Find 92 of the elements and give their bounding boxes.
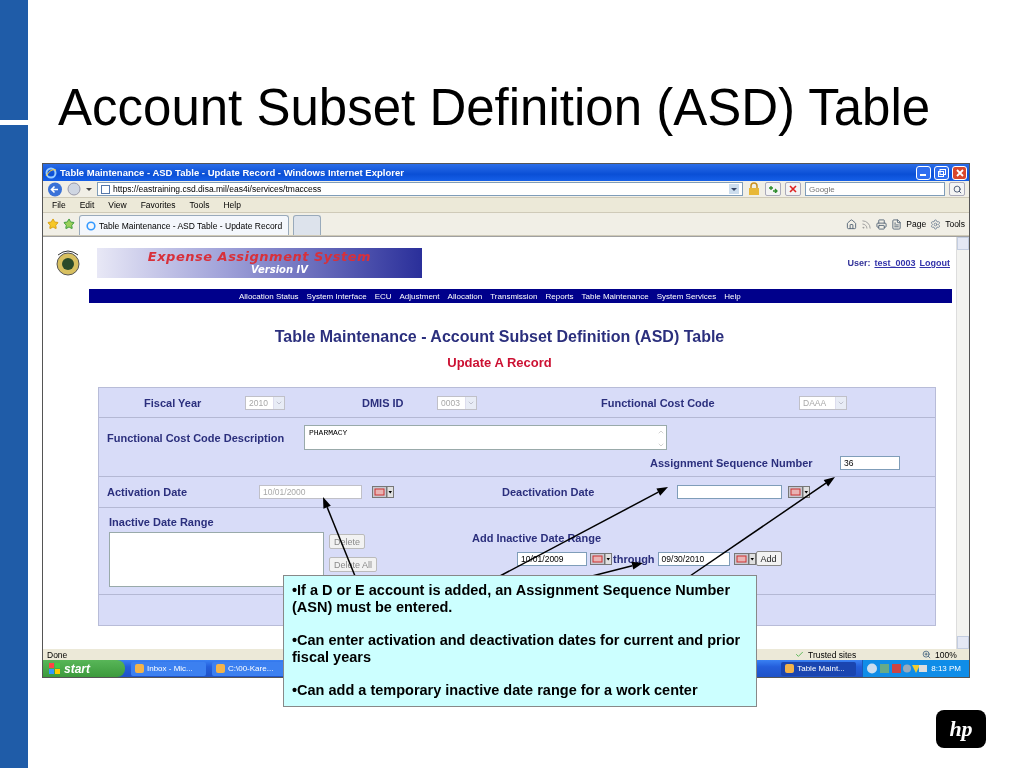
nav-item[interactable]: Help	[724, 291, 741, 301]
banner-subtitle: Version IV	[250, 264, 308, 276]
close-button[interactable]	[952, 165, 967, 180]
field-label: Activation Date	[107, 486, 189, 498]
asn-field[interactable]: 36	[840, 456, 900, 470]
logout-link[interactable]: Logout	[919, 258, 950, 268]
window-icon	[135, 664, 144, 673]
taskbar-item[interactable]: Table Maint...	[781, 661, 857, 676]
hp-logo: hp	[936, 710, 986, 748]
clock: 8:13 PM	[931, 664, 961, 673]
nav-item[interactable]: Table Maintenance	[581, 291, 649, 301]
field-label: Functional Cost Code Description	[107, 431, 286, 444]
search-button[interactable]	[949, 182, 965, 196]
new-tab-button[interactable]	[293, 215, 322, 235]
stop-button[interactable]	[785, 182, 801, 196]
description-field[interactable]: PHARMACY	[304, 425, 667, 450]
nav-item[interactable]: System Services	[656, 291, 717, 301]
minimize-button[interactable]	[916, 165, 931, 180]
refresh-icon	[768, 185, 778, 193]
home-icon[interactable]	[846, 218, 858, 230]
menu-item[interactable]: View	[103, 200, 132, 210]
dropdown-icon[interactable]	[85, 185, 93, 193]
search-field[interactable]: Google	[805, 182, 945, 196]
to-date-field[interactable]: 09/30/2010	[657, 551, 730, 566]
browser-logo-icon	[45, 166, 57, 179]
menu-item[interactable]: Edit	[74, 200, 100, 210]
callout-text: •Can add a temporary inactive date range for a work center	[292, 682, 699, 699]
nav-item[interactable]: Adjustment	[399, 291, 440, 301]
windows-flag-icon	[49, 663, 60, 674]
field-label: DMIS ID	[362, 396, 405, 409]
callout-text: •Can enter activation and deactivation dates for current and prior fiscal years	[292, 632, 742, 666]
close-icon	[955, 168, 964, 177]
calendar-icon[interactable]	[788, 486, 810, 498]
nav-item[interactable]: System Interface	[306, 291, 367, 301]
through-label: through	[613, 552, 655, 565]
menu-item[interactable]: Favorites	[135, 200, 181, 210]
window-icon	[216, 664, 225, 673]
scrollbar[interactable]	[956, 237, 969, 649]
nav-item[interactable]: Transmission	[490, 291, 538, 301]
add-button[interactable]: Add	[755, 551, 782, 566]
tools-menu[interactable]: Tools	[945, 219, 965, 229]
emblem-icon	[55, 249, 81, 277]
tray-icons-drawing	[867, 663, 928, 674]
back-button[interactable]	[47, 181, 63, 197]
scroll-down-icon	[656, 441, 665, 449]
search-icon	[952, 184, 962, 194]
taskbar-item[interactable]: Inbox - Mic...	[131, 661, 206, 676]
status-text: Done	[47, 649, 68, 660]
restore-button[interactable]	[934, 165, 949, 180]
field-label: Inactive Date Range	[109, 516, 214, 528]
nav-item[interactable]: Reports	[545, 291, 574, 301]
browser-tab[interactable]: Table Maintenance - ASD Table - Update Record	[79, 215, 290, 235]
nav-item[interactable]: Allocation Status	[239, 291, 299, 301]
settings-icon	[930, 218, 942, 230]
field-label: Deactivation Date	[502, 486, 596, 498]
page-icon	[891, 218, 903, 230]
stop-icon	[789, 185, 797, 193]
menu-item[interactable]: Tools	[184, 200, 215, 210]
page-icon	[101, 184, 110, 194]
field-label: Functional Cost Code	[601, 396, 716, 409]
refresh-button[interactable]	[765, 182, 781, 196]
star-icon[interactable]	[63, 218, 75, 230]
zoom-icon	[922, 650, 931, 659]
page-menu[interactable]: Page	[906, 219, 927, 229]
lock-icon	[747, 182, 761, 196]
star-icon[interactable]	[47, 218, 59, 230]
menu-item[interactable]: File	[47, 200, 71, 210]
slide-title: Account Subset Definition (ASD) Table	[58, 80, 932, 136]
callout-text: •If a D or E account is added, an Assignment Sequence Number (ASN) must be entered.	[292, 582, 732, 616]
address-field[interactable]: https://eastraining.csd.disa.mil/eas4i/services/tmaccess	[97, 182, 743, 196]
user-link[interactable]: test_0003	[874, 258, 916, 268]
user-label: User:	[847, 258, 871, 268]
address-text: https://eastraining.csd.disa.mil/eas4i/services/tmaccess	[113, 184, 322, 194]
zoom-level[interactable]: 100%	[935, 649, 965, 660]
deactivation-date-field[interactable]	[677, 485, 782, 499]
zone-text: Trusted sites	[808, 649, 858, 660]
check-icon	[795, 650, 804, 659]
menu-item[interactable]: Help	[218, 200, 246, 210]
browser-logo-icon	[86, 220, 96, 231]
nav-item[interactable]: Allocation	[447, 291, 483, 301]
window-icon	[785, 664, 795, 673]
page-heading: Table Maintenance - Account Subset Definition (ASD) Table	[273, 328, 726, 346]
banner-title: Expense Assignment System	[147, 250, 372, 263]
printer-icon[interactable]	[876, 218, 888, 230]
scroll-up-icon	[656, 428, 665, 436]
field-label: Assignment Sequence Number	[650, 457, 814, 469]
dropdown-icon[interactable]	[729, 184, 739, 194]
restore-icon	[937, 168, 946, 177]
field-label: Fiscal Year	[144, 396, 203, 409]
window-title: Table Maintenance - ASD Table - Update Record - Windows Internet Explorer	[60, 167, 405, 178]
nav-item[interactable]: ECU	[374, 291, 392, 301]
page-subheading: Update A Record	[446, 355, 553, 370]
